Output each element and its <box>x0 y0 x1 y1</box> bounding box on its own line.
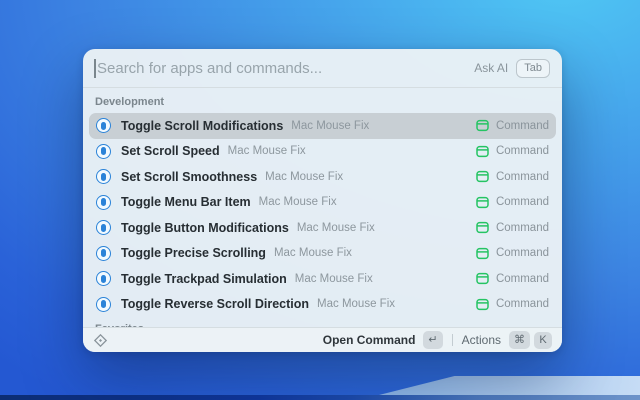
command-title: Toggle Menu Bar Item <box>121 195 251 209</box>
cmd-key-badge: ⌘ <box>509 331 530 349</box>
wallpaper-bottom-strip <box>0 395 640 400</box>
raycast-logo-icon <box>93 333 108 348</box>
command-title: Set Scroll Smoothness <box>121 170 257 184</box>
ask-ai-label[interactable]: Ask AI <box>474 61 508 75</box>
command-title: Toggle Precise Scrolling <box>121 246 266 260</box>
command-title: Toggle Reverse Scroll Direction <box>121 297 309 311</box>
command-type-label: Command <box>496 273 549 285</box>
command-row[interactable]: Toggle Button Modifications Mac Mouse Fi… <box>89 215 556 241</box>
mac-mouse-fix-app-icon <box>96 246 111 261</box>
command-title: Toggle Button Modifications <box>121 221 289 235</box>
command-type-label: Command <box>496 196 549 208</box>
mac-mouse-fix-app-icon <box>96 195 111 210</box>
command-subtitle: Mac Mouse Fix <box>274 247 352 259</box>
search-bar: Ask AI Tab <box>83 49 562 88</box>
command-type-label: Command <box>496 145 549 157</box>
return-key-badge: ↵ <box>423 331 442 349</box>
command-subtitle: Mac Mouse Fix <box>317 298 395 310</box>
command-title: Toggle Trackpad Simulation <box>121 272 287 286</box>
command-type-label: Command <box>496 120 549 132</box>
open-command-action[interactable]: Open Command <box>323 333 416 347</box>
mac-mouse-fix-app-icon <box>96 118 111 133</box>
command-type-icon <box>476 196 489 209</box>
command-row[interactable]: Toggle Scroll Modifications Mac Mouse Fi… <box>89 113 556 139</box>
command-type-icon <box>476 170 489 183</box>
command-type-icon <box>476 298 489 311</box>
command-type-label: Command <box>496 298 549 310</box>
command-row[interactable]: Set Scroll Speed Mac Mouse Fix Command <box>89 139 556 165</box>
launcher-window: Ask AI Tab Development Toggle Scroll Mod… <box>83 49 562 352</box>
command-type-icon <box>476 145 489 158</box>
command-row[interactable]: Toggle Precise Scrolling Mac Mouse Fix C… <box>89 241 556 267</box>
k-key-badge: K <box>534 332 552 349</box>
command-subtitle: Mac Mouse Fix <box>291 120 369 132</box>
mac-mouse-fix-app-icon <box>96 220 111 235</box>
mac-mouse-fix-app-icon <box>96 271 111 286</box>
section-header-development: Development <box>89 92 556 113</box>
command-row[interactable]: Toggle Reverse Scroll Direction Mac Mous… <box>89 292 556 318</box>
command-row[interactable]: Toggle Menu Bar Item Mac Mouse Fix Comma… <box>89 190 556 216</box>
search-input[interactable] <box>95 60 474 77</box>
command-subtitle: Mac Mouse Fix <box>259 196 337 208</box>
tab-key-badge[interactable]: Tab <box>516 59 550 78</box>
command-subtitle: Mac Mouse Fix <box>265 171 343 183</box>
command-title: Set Scroll Speed <box>121 144 220 158</box>
results-list: Development Toggle Scroll Modifications … <box>83 88 562 327</box>
command-row[interactable]: Set Scroll Smoothness Mac Mouse Fix Comm… <box>89 164 556 190</box>
actions-button[interactable]: Actions <box>462 333 501 347</box>
text-caret <box>94 59 96 78</box>
command-type-label: Command <box>496 247 549 259</box>
command-type-icon <box>476 119 489 132</box>
footer-divider <box>452 334 453 346</box>
command-type-label: Command <box>496 222 549 234</box>
command-subtitle: Mac Mouse Fix <box>297 222 375 234</box>
command-title: Toggle Scroll Modifications <box>121 119 283 133</box>
command-subtitle: Mac Mouse Fix <box>228 145 306 157</box>
command-type-icon <box>476 247 489 260</box>
mac-mouse-fix-app-icon <box>96 169 111 184</box>
footer-bar: Open Command ↵ Actions ⌘ K <box>83 327 562 352</box>
command-subtitle: Mac Mouse Fix <box>295 273 373 285</box>
wallpaper-light-wedge <box>375 376 640 396</box>
command-type-icon <box>476 221 489 234</box>
command-row[interactable]: Toggle Trackpad Simulation Mac Mouse Fix… <box>89 266 556 292</box>
command-type-icon <box>476 272 489 285</box>
section-header-favorites: Favorites <box>89 319 556 327</box>
mac-mouse-fix-app-icon <box>96 297 111 312</box>
development-rows: Toggle Scroll Modifications Mac Mouse Fi… <box>89 113 556 317</box>
command-type-label: Command <box>496 171 549 183</box>
mac-mouse-fix-app-icon <box>96 144 111 159</box>
